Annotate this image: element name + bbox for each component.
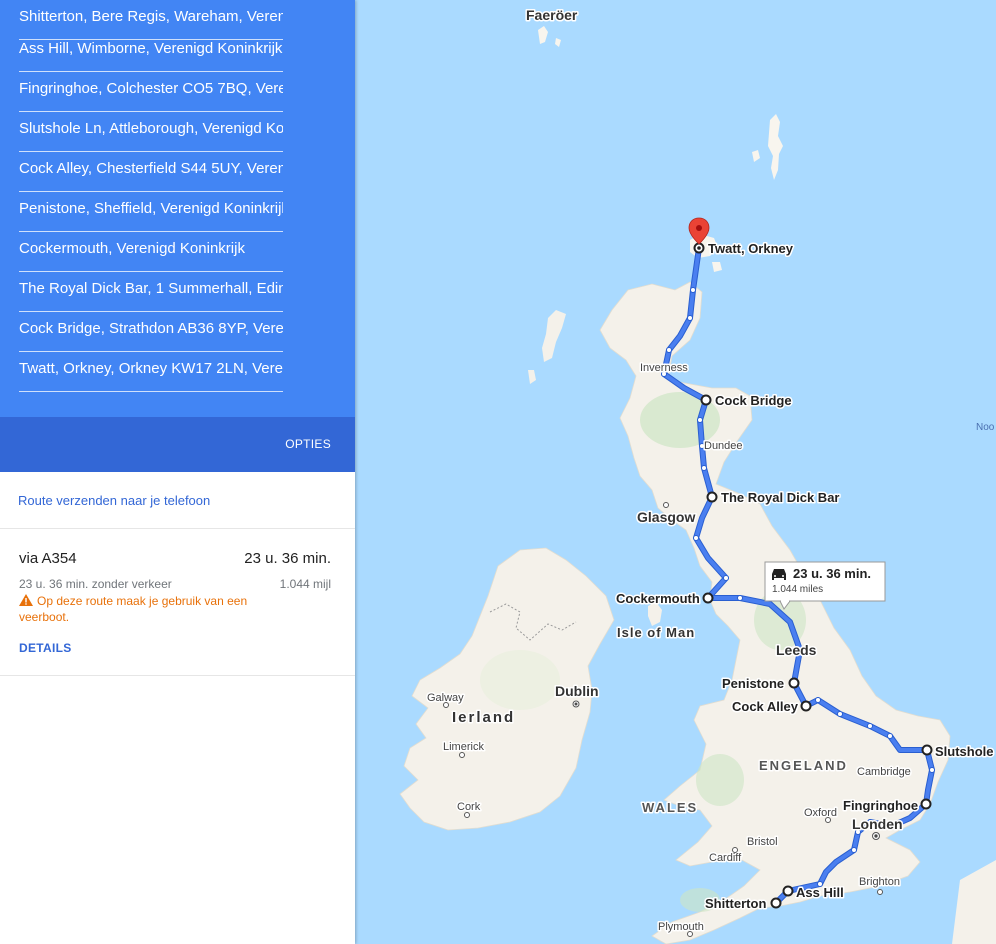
label-isle-of-man: Isle of Man bbox=[617, 625, 695, 640]
send-to-phone-link[interactable]: Route verzenden naar je telefoon bbox=[18, 493, 210, 508]
waypoint-input[interactable]: Cock Bridge, Strathdon AB36 8YP, Verenig… bbox=[19, 311, 283, 352]
label-dublin: Dublin bbox=[555, 683, 599, 699]
waypoint-marker[interactable] bbox=[702, 592, 714, 604]
route-via-point bbox=[929, 767, 935, 773]
route-traffic-note: 23 u. 36 min. zonder verkeer bbox=[19, 577, 172, 591]
waypoint-label-penistone: Penistone bbox=[722, 676, 784, 691]
route-via-point bbox=[851, 847, 857, 853]
warning-icon bbox=[19, 594, 33, 606]
waypoint-input[interactable]: Ass Hill, Wimborne, Verenigd Koninkrijk bbox=[19, 31, 283, 72]
label-ierland: Ierland bbox=[452, 709, 515, 726]
route-via-point bbox=[815, 697, 821, 703]
waypoint-input[interactable]: Cock Alley, Chesterfield S44 5UY, Vereni… bbox=[19, 151, 283, 192]
waypoint-label-shitterton: Shitterton bbox=[705, 896, 766, 911]
waypoint-marker[interactable] bbox=[921, 744, 933, 756]
waypoint-label-cock-bridge: Cock Bridge bbox=[715, 393, 792, 408]
label-wales: WALES bbox=[642, 800, 698, 815]
label-north-sea: Noo bbox=[976, 422, 995, 433]
waypoint-input[interactable]: Twatt, Orkney, Orkney KW17 2LN, Verenigd… bbox=[19, 351, 283, 392]
label-cambridge: Cambridge bbox=[857, 766, 911, 778]
label-inverness: Inverness bbox=[640, 362, 688, 374]
route-via-point bbox=[887, 733, 893, 739]
route-via-point bbox=[723, 575, 729, 581]
waypoint-marker[interactable] bbox=[770, 897, 782, 909]
waypoint-marker-center bbox=[697, 246, 701, 250]
label-plymouth: Plymouth bbox=[658, 921, 704, 933]
label-brighton: Brighton bbox=[859, 876, 900, 888]
label-faeroer: Faeröer bbox=[526, 7, 578, 23]
label-londen: Londen bbox=[852, 816, 903, 832]
route-via-point bbox=[687, 315, 693, 321]
label-dundee: Dundee bbox=[704, 440, 743, 452]
waypoint-label-cockermouth: Cockermouth bbox=[616, 591, 700, 606]
directions-panel: Shitterton, Bere Regis, Wareham, Verenig… bbox=[0, 0, 355, 944]
ferry-warning: Op deze route maak je gebruik van een ve… bbox=[19, 593, 249, 625]
options-bar: OPTIES bbox=[0, 417, 355, 472]
route-via-point bbox=[867, 723, 873, 729]
details-button[interactable]: DETAILS bbox=[19, 641, 72, 655]
waypoint-label-ass-hill: Ass Hill bbox=[796, 885, 844, 900]
route-via-point bbox=[693, 535, 699, 541]
label-bristol: Bristol bbox=[747, 836, 778, 848]
waypoint-input[interactable]: Penistone, Sheffield, Verenigd Koninkrij… bbox=[19, 191, 283, 232]
route-via-point bbox=[737, 595, 743, 601]
label-oxford: Oxford bbox=[804, 807, 837, 819]
waypoint-marker[interactable] bbox=[920, 798, 932, 810]
waypoint-marker[interactable] bbox=[800, 700, 812, 712]
divider bbox=[0, 528, 355, 529]
route-duration: 23 u. 36 min. bbox=[244, 550, 331, 567]
waypoint-list: Shitterton, Bere Regis, Wareham, Verenig… bbox=[0, 0, 355, 417]
route-via-point bbox=[690, 287, 696, 293]
waypoint-marker[interactable] bbox=[788, 677, 800, 689]
waypoint-label-royal-dick-bar: The Royal Dick Bar bbox=[721, 490, 840, 505]
callout-distance: 1.044 miles bbox=[772, 584, 823, 595]
route-via-point bbox=[701, 465, 707, 471]
waypoint-label-cock-alley: Cock Alley bbox=[732, 699, 799, 714]
waypoint-marker[interactable] bbox=[782, 885, 794, 897]
waypoint-input[interactable]: Fingringhoe, Colchester CO5 7BQ, Verenig… bbox=[19, 71, 283, 112]
waypoint-marker[interactable] bbox=[706, 491, 718, 503]
waypoint-label-slutshole: Slutshole bbox=[935, 744, 994, 759]
route-via: via A354 bbox=[19, 550, 77, 567]
label-glasgow: Glasgow bbox=[637, 509, 695, 525]
waypoint-input[interactable]: Cockermouth, Verenigd Koninkrijk bbox=[19, 231, 283, 272]
route-via-point bbox=[837, 711, 843, 717]
label-leeds: Leeds bbox=[776, 642, 817, 658]
waypoint-label-fingringhoe: Fingringhoe bbox=[843, 798, 918, 813]
label-cork: Cork bbox=[457, 801, 481, 813]
route-via-point bbox=[697, 417, 703, 423]
route-distance: 1.044 mijl bbox=[279, 577, 331, 591]
label-cardiff: Cardiff bbox=[709, 852, 742, 864]
ferry-warning-text: Op deze route maak je gebruik van een ve… bbox=[19, 594, 248, 624]
label-limerick: Limerick bbox=[443, 741, 484, 753]
waypoint-input[interactable]: The Royal Dick Bar, 1 Summerhall, Edinbu… bbox=[19, 271, 283, 312]
divider bbox=[0, 675, 355, 676]
label-engeland: ENGELAND bbox=[759, 758, 848, 773]
options-button[interactable]: OPTIES bbox=[285, 437, 331, 451]
route-via-point bbox=[666, 347, 672, 353]
waypoint-marker[interactable] bbox=[700, 394, 712, 406]
waypoint-label-twatt: Twatt, Orkney bbox=[708, 241, 794, 256]
waypoint-input[interactable]: Slutshole Ln, Attleborough, Verenigd Kon… bbox=[19, 111, 283, 152]
callout-duration: 23 u. 36 min. bbox=[793, 566, 871, 581]
